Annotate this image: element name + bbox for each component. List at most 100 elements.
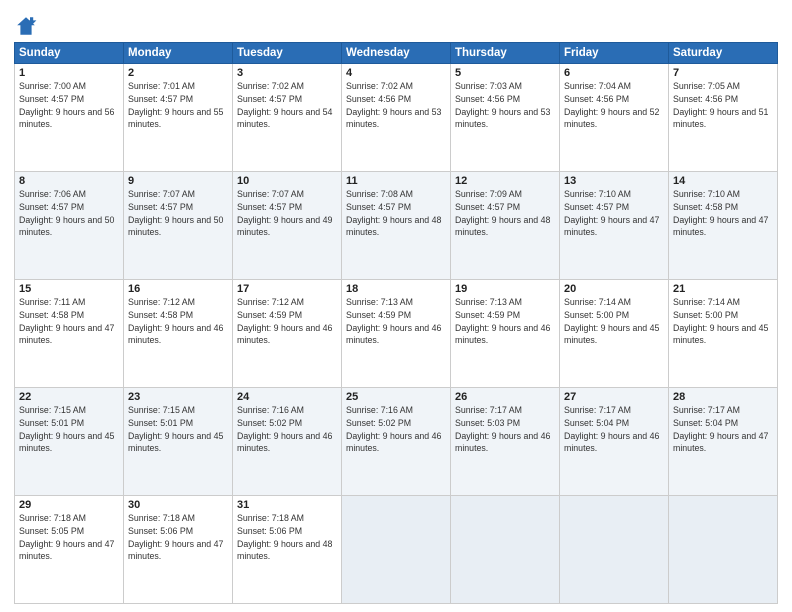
day-number: 15 — [19, 283, 119, 295]
calendar-cell: 1 Sunrise: 7:00 AMSunset: 4:57 PMDayligh… — [15, 64, 124, 172]
calendar-cell: 22 Sunrise: 7:15 AMSunset: 5:01 PMDaylig… — [15, 388, 124, 496]
calendar-cell: 17 Sunrise: 7:12 AMSunset: 4:59 PMDaylig… — [233, 280, 342, 388]
weekday-header-thursday: Thursday — [451, 43, 560, 64]
day-info: Sunrise: 7:09 AMSunset: 4:57 PMDaylight:… — [455, 188, 555, 239]
weekday-header-friday: Friday — [560, 43, 669, 64]
calendar-cell: 31 Sunrise: 7:18 AMSunset: 5:06 PMDaylig… — [233, 496, 342, 604]
calendar-cell: 25 Sunrise: 7:16 AMSunset: 5:02 PMDaylig… — [342, 388, 451, 496]
logo — [14, 10, 42, 38]
day-info: Sunrise: 7:10 AMSunset: 4:58 PMDaylight:… — [673, 188, 773, 239]
day-number: 28 — [673, 391, 773, 403]
day-info: Sunrise: 7:17 AMSunset: 5:04 PMDaylight:… — [564, 404, 664, 455]
day-info: Sunrise: 7:02 AMSunset: 4:57 PMDaylight:… — [237, 80, 337, 131]
calendar-cell: 28 Sunrise: 7:17 AMSunset: 5:04 PMDaylig… — [669, 388, 778, 496]
day-number: 17 — [237, 283, 337, 295]
calendar-cell: 19 Sunrise: 7:13 AMSunset: 4:59 PMDaylig… — [451, 280, 560, 388]
day-number: 1 — [19, 67, 119, 79]
calendar-cell: 9 Sunrise: 7:07 AMSunset: 4:57 PMDayligh… — [124, 172, 233, 280]
week-row-5: 29 Sunrise: 7:18 AMSunset: 5:05 PMDaylig… — [15, 496, 778, 604]
day-number: 10 — [237, 175, 337, 187]
day-number: 6 — [564, 67, 664, 79]
calendar-cell — [669, 496, 778, 604]
day-number: 11 — [346, 175, 446, 187]
calendar-table: SundayMondayTuesdayWednesdayThursdayFrid… — [14, 42, 778, 604]
day-number: 25 — [346, 391, 446, 403]
calendar-cell: 4 Sunrise: 7:02 AMSunset: 4:56 PMDayligh… — [342, 64, 451, 172]
day-info: Sunrise: 7:18 AMSunset: 5:06 PMDaylight:… — [128, 512, 228, 563]
weekday-header-wednesday: Wednesday — [342, 43, 451, 64]
calendar-cell: 5 Sunrise: 7:03 AMSunset: 4:56 PMDayligh… — [451, 64, 560, 172]
day-number: 16 — [128, 283, 228, 295]
day-info: Sunrise: 7:18 AMSunset: 5:06 PMDaylight:… — [237, 512, 337, 563]
day-info: Sunrise: 7:18 AMSunset: 5:05 PMDaylight:… — [19, 512, 119, 563]
calendar-cell — [560, 496, 669, 604]
day-info: Sunrise: 7:15 AMSunset: 5:01 PMDaylight:… — [128, 404, 228, 455]
calendar-cell: 26 Sunrise: 7:17 AMSunset: 5:03 PMDaylig… — [451, 388, 560, 496]
calendar-cell: 16 Sunrise: 7:12 AMSunset: 4:58 PMDaylig… — [124, 280, 233, 388]
day-number: 26 — [455, 391, 555, 403]
day-info: Sunrise: 7:13 AMSunset: 4:59 PMDaylight:… — [346, 296, 446, 347]
day-number: 5 — [455, 67, 555, 79]
day-info: Sunrise: 7:08 AMSunset: 4:57 PMDaylight:… — [346, 188, 446, 239]
calendar-cell: 14 Sunrise: 7:10 AMSunset: 4:58 PMDaylig… — [669, 172, 778, 280]
calendar-cell: 3 Sunrise: 7:02 AMSunset: 4:57 PMDayligh… — [233, 64, 342, 172]
calendar-cell: 10 Sunrise: 7:07 AMSunset: 4:57 PMDaylig… — [233, 172, 342, 280]
day-number: 22 — [19, 391, 119, 403]
calendar-cell: 18 Sunrise: 7:13 AMSunset: 4:59 PMDaylig… — [342, 280, 451, 388]
day-number: 24 — [237, 391, 337, 403]
week-row-3: 15 Sunrise: 7:11 AMSunset: 4:58 PMDaylig… — [15, 280, 778, 388]
day-number: 3 — [237, 67, 337, 79]
day-info: Sunrise: 7:17 AMSunset: 5:04 PMDaylight:… — [673, 404, 773, 455]
day-info: Sunrise: 7:07 AMSunset: 4:57 PMDaylight:… — [128, 188, 228, 239]
day-number: 21 — [673, 283, 773, 295]
day-info: Sunrise: 7:11 AMSunset: 4:58 PMDaylight:… — [19, 296, 119, 347]
calendar-page: SundayMondayTuesdayWednesdayThursdayFrid… — [0, 0, 792, 612]
day-number: 2 — [128, 67, 228, 79]
calendar-cell: 12 Sunrise: 7:09 AMSunset: 4:57 PMDaylig… — [451, 172, 560, 280]
day-number: 31 — [237, 499, 337, 511]
calendar-cell: 30 Sunrise: 7:18 AMSunset: 5:06 PMDaylig… — [124, 496, 233, 604]
day-info: Sunrise: 7:14 AMSunset: 5:00 PMDaylight:… — [673, 296, 773, 347]
day-info: Sunrise: 7:01 AMSunset: 4:57 PMDaylight:… — [128, 80, 228, 131]
calendar-cell: 27 Sunrise: 7:17 AMSunset: 5:04 PMDaylig… — [560, 388, 669, 496]
day-number: 20 — [564, 283, 664, 295]
calendar-cell: 23 Sunrise: 7:15 AMSunset: 5:01 PMDaylig… — [124, 388, 233, 496]
calendar-cell: 15 Sunrise: 7:11 AMSunset: 4:58 PMDaylig… — [15, 280, 124, 388]
day-info: Sunrise: 7:16 AMSunset: 5:02 PMDaylight:… — [237, 404, 337, 455]
calendar-cell: 8 Sunrise: 7:06 AMSunset: 4:57 PMDayligh… — [15, 172, 124, 280]
day-number: 19 — [455, 283, 555, 295]
weekday-header-tuesday: Tuesday — [233, 43, 342, 64]
day-number: 23 — [128, 391, 228, 403]
day-number: 13 — [564, 175, 664, 187]
calendar-cell: 21 Sunrise: 7:14 AMSunset: 5:00 PMDaylig… — [669, 280, 778, 388]
day-number: 8 — [19, 175, 119, 187]
day-info: Sunrise: 7:06 AMSunset: 4:57 PMDaylight:… — [19, 188, 119, 239]
day-number: 30 — [128, 499, 228, 511]
day-info: Sunrise: 7:15 AMSunset: 5:01 PMDaylight:… — [19, 404, 119, 455]
day-info: Sunrise: 7:04 AMSunset: 4:56 PMDaylight:… — [564, 80, 664, 131]
calendar-cell: 7 Sunrise: 7:05 AMSunset: 4:56 PMDayligh… — [669, 64, 778, 172]
day-info: Sunrise: 7:00 AMSunset: 4:57 PMDaylight:… — [19, 80, 119, 131]
calendar-cell: 13 Sunrise: 7:10 AMSunset: 4:57 PMDaylig… — [560, 172, 669, 280]
day-info: Sunrise: 7:03 AMSunset: 4:56 PMDaylight:… — [455, 80, 555, 131]
day-number: 29 — [19, 499, 119, 511]
day-number: 12 — [455, 175, 555, 187]
day-info: Sunrise: 7:16 AMSunset: 5:02 PMDaylight:… — [346, 404, 446, 455]
calendar-cell — [342, 496, 451, 604]
week-row-1: 1 Sunrise: 7:00 AMSunset: 4:57 PMDayligh… — [15, 64, 778, 172]
day-info: Sunrise: 7:05 AMSunset: 4:56 PMDaylight:… — [673, 80, 773, 131]
weekday-header-sunday: Sunday — [15, 43, 124, 64]
weekday-header-saturday: Saturday — [669, 43, 778, 64]
logo-icon — [14, 14, 38, 38]
day-info: Sunrise: 7:13 AMSunset: 4:59 PMDaylight:… — [455, 296, 555, 347]
header — [14, 10, 778, 38]
day-info: Sunrise: 7:07 AMSunset: 4:57 PMDaylight:… — [237, 188, 337, 239]
weekday-header-monday: Monday — [124, 43, 233, 64]
day-number: 9 — [128, 175, 228, 187]
day-number: 4 — [346, 67, 446, 79]
day-info: Sunrise: 7:10 AMSunset: 4:57 PMDaylight:… — [564, 188, 664, 239]
day-number: 7 — [673, 67, 773, 79]
calendar-cell — [451, 496, 560, 604]
day-info: Sunrise: 7:12 AMSunset: 4:58 PMDaylight:… — [128, 296, 228, 347]
day-info: Sunrise: 7:17 AMSunset: 5:03 PMDaylight:… — [455, 404, 555, 455]
